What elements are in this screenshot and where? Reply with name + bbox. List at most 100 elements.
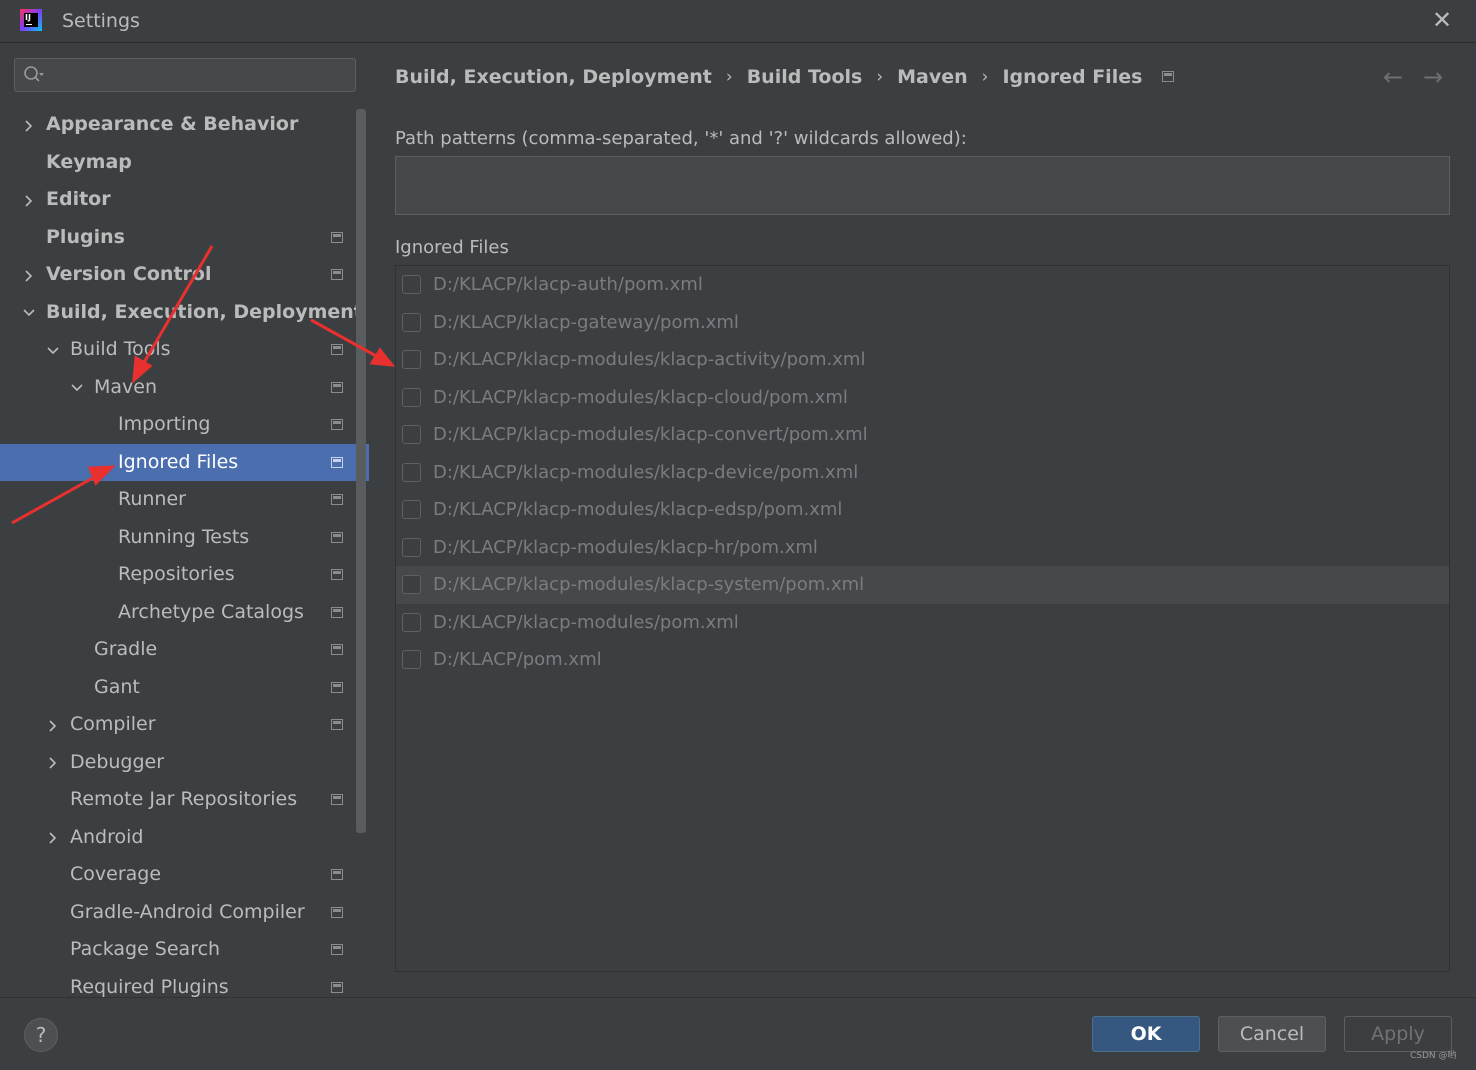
- path-patterns-label: Path patterns (comma-separated, '*' and …: [395, 128, 967, 149]
- ignored-file-checkbox[interactable]: [402, 500, 421, 519]
- forward-arrow-icon[interactable]: →: [1423, 63, 1443, 91]
- cancel-button[interactable]: Cancel: [1218, 1016, 1326, 1052]
- tree-item-gradle-android-compiler[interactable]: Gradle-Android Compiler: [0, 894, 369, 932]
- tree-item-label: Runner: [118, 488, 186, 510]
- tree-item-runner[interactable]: Runner: [0, 481, 369, 519]
- ignored-file-row[interactable]: D:/KLACP/klacp-modules/klacp-edsp/pom.xm…: [396, 491, 1449, 529]
- project-scope-icon: [331, 644, 343, 655]
- ignored-file-path: D:/KLACP/klacp-modules/klacp-system/pom.…: [433, 574, 865, 595]
- ignored-file-row[interactable]: D:/KLACP/klacp-auth/pom.xml: [396, 266, 1449, 304]
- ignored-file-row[interactable]: D:/KLACP/klacp-modules/klacp-device/pom.…: [396, 454, 1449, 492]
- ignored-file-row[interactable]: D:/KLACP/klacp-modules/klacp-hr/pom.xml: [396, 529, 1449, 567]
- settings-search-input[interactable]: [14, 58, 356, 92]
- chevron-right-icon[interactable]: [21, 181, 37, 219]
- chevron-right-icon[interactable]: [21, 106, 37, 144]
- ignored-files-list: D:/KLACP/klacp-auth/pom.xml D:/KLACP/klac…: [395, 265, 1450, 972]
- tree-item-importing[interactable]: Importing: [0, 406, 369, 444]
- chevron-down-icon[interactable]: [45, 331, 61, 369]
- tree-item-gradle[interactable]: Gradle: [0, 631, 369, 669]
- tree-item-compiler[interactable]: Compiler: [0, 706, 369, 744]
- ignored-file-row[interactable]: D:/KLACP/klacp-modules/klacp-activity/po…: [396, 341, 1449, 379]
- tree-item-plugins[interactable]: Plugins: [0, 219, 369, 257]
- ignored-file-path: D:/KLACP/klacp-modules/klacp-hr/pom.xml: [433, 536, 818, 558]
- tree-item-label: Archetype Catalogs: [118, 600, 304, 623]
- ignored-file-row[interactable]: D:/KLACP/pom.xml: [396, 641, 1449, 679]
- breadcrumb-item[interactable]: Build, Execution, Deployment: [395, 66, 712, 88]
- tree-item-label: Build, Execution, Deployment: [46, 300, 363, 323]
- breadcrumb-item[interactable]: Maven: [897, 66, 968, 88]
- tree-item-label: Maven: [94, 375, 158, 398]
- tree-item-ignored-files[interactable]: Ignored Files: [0, 443, 369, 481]
- ignored-file-checkbox[interactable]: [402, 650, 421, 669]
- project-scope-icon: [331, 381, 343, 393]
- sidebar-scrollbar[interactable]: [356, 109, 366, 833]
- tree-item-gant[interactable]: Gant: [0, 669, 369, 707]
- tree-item-label: Gradle: [94, 638, 158, 660]
- ignored-file-checkbox[interactable]: [402, 425, 421, 444]
- chevron-right-icon[interactable]: [45, 706, 61, 744]
- project-scope-icon: [331, 794, 343, 805]
- close-icon[interactable]: ✕: [1430, 8, 1454, 33]
- tree-item-label: Repositories: [118, 563, 235, 585]
- tree-item-label: Required Plugins: [70, 975, 229, 998]
- tree-item-label: Gant: [94, 675, 140, 698]
- tree-item-editor[interactable]: Editor: [0, 181, 369, 219]
- tree-item-label: Compiler: [70, 713, 156, 735]
- help-button[interactable]: ?: [24, 1018, 58, 1052]
- tree-item-label: Android: [70, 825, 144, 848]
- tree-item-label: Keymap: [46, 150, 132, 173]
- ignored-file-checkbox[interactable]: [402, 462, 421, 482]
- ignored-file-row[interactable]: D:/KLACP/klacp-modules/pom.xml: [396, 604, 1449, 642]
- title-bar: IJ Settings ✕: [0, 0, 1476, 43]
- tree-item-build-tools[interactable]: Build Tools: [0, 331, 369, 369]
- project-scope-icon: [331, 531, 343, 543]
- path-patterns-input[interactable]: [395, 156, 1450, 215]
- tree-item-label: Editor: [46, 188, 111, 210]
- ignored-file-checkbox[interactable]: [402, 537, 421, 557]
- ignored-file-checkbox[interactable]: [402, 575, 421, 594]
- ignored-file-checkbox[interactable]: [402, 387, 421, 407]
- tree-item-archetype-catalogs[interactable]: Archetype Catalogs: [0, 594, 369, 632]
- tree-item-remote-jar-repositories[interactable]: Remote Jar Repositories: [0, 781, 369, 819]
- back-arrow-icon[interactable]: ←: [1383, 63, 1403, 91]
- chevron-right-icon[interactable]: [21, 256, 37, 294]
- tree-item-appearance-behavior[interactable]: Appearance & Behavior: [0, 106, 369, 144]
- apply-button[interactable]: Apply: [1344, 1016, 1452, 1052]
- tree-item-label: Importing: [118, 413, 211, 435]
- breadcrumb-item[interactable]: Build Tools: [747, 66, 863, 88]
- project-scope-icon: [331, 981, 343, 993]
- chevron-right-icon[interactable]: [45, 819, 61, 857]
- ignored-file-row[interactable]: D:/KLACP/klacp-modules/klacp-convert/pom…: [396, 416, 1449, 454]
- ignored-file-checkbox[interactable]: [402, 312, 421, 332]
- ignored-file-path: D:/KLACP/klacp-auth/pom.xml: [433, 274, 703, 295]
- ignored-files-label: Ignored Files: [395, 237, 509, 258]
- ignored-file-path: D:/KLACP/klacp-modules/klacp-device/pom.…: [433, 461, 859, 483]
- breadcrumb: Build, Execution, Deployment › Build Tools…: [395, 65, 1175, 91]
- tree-item-repositories[interactable]: Repositories: [0, 556, 369, 594]
- tree-item-package-search[interactable]: Package Search: [0, 931, 369, 969]
- tree-item-build-execution-deployment[interactable]: Build, Execution, Deployment: [0, 294, 369, 332]
- breadcrumb-item[interactable]: Ignored Files: [1002, 66, 1142, 88]
- ignored-file-checkbox[interactable]: [402, 612, 421, 632]
- ignored-file-row[interactable]: D:/KLACP/klacp-modules/klacp-cloud/pom.x…: [396, 379, 1449, 417]
- tree-item-android[interactable]: Android: [0, 819, 369, 857]
- tree-item-coverage[interactable]: Coverage: [0, 856, 369, 894]
- chevron-down-icon[interactable]: [21, 294, 37, 332]
- ignored-file-checkbox[interactable]: [402, 350, 421, 369]
- breadcrumb-separator: ›: [725, 66, 733, 87]
- ignored-file-row[interactable]: D:/KLACP/klacp-modules/klacp-system/pom.…: [396, 566, 1449, 604]
- tree-item-required-plugins[interactable]: Required Plugins: [0, 969, 369, 998]
- chevron-right-icon[interactable]: [45, 744, 61, 782]
- tree-item-keymap[interactable]: Keymap: [0, 144, 369, 182]
- project-scope-icon: [331, 869, 343, 880]
- tree-item-running-tests[interactable]: Running Tests: [0, 519, 369, 557]
- ignored-file-path: D:/KLACP/klacp-modules/klacp-activity/po…: [433, 349, 866, 370]
- ok-button[interactable]: OK: [1092, 1016, 1200, 1052]
- ignored-file-row[interactable]: D:/KLACP/klacp-gateway/pom.xml: [396, 304, 1449, 342]
- watermark: CSDN @哟: [1410, 1051, 1457, 1061]
- ignored-file-checkbox[interactable]: [402, 275, 421, 294]
- chevron-down-icon[interactable]: [69, 369, 85, 407]
- tree-item-maven[interactable]: Maven: [0, 369, 369, 407]
- tree-item-version-control[interactable]: Version Control: [0, 256, 369, 294]
- tree-item-debugger[interactable]: Debugger: [0, 744, 369, 782]
